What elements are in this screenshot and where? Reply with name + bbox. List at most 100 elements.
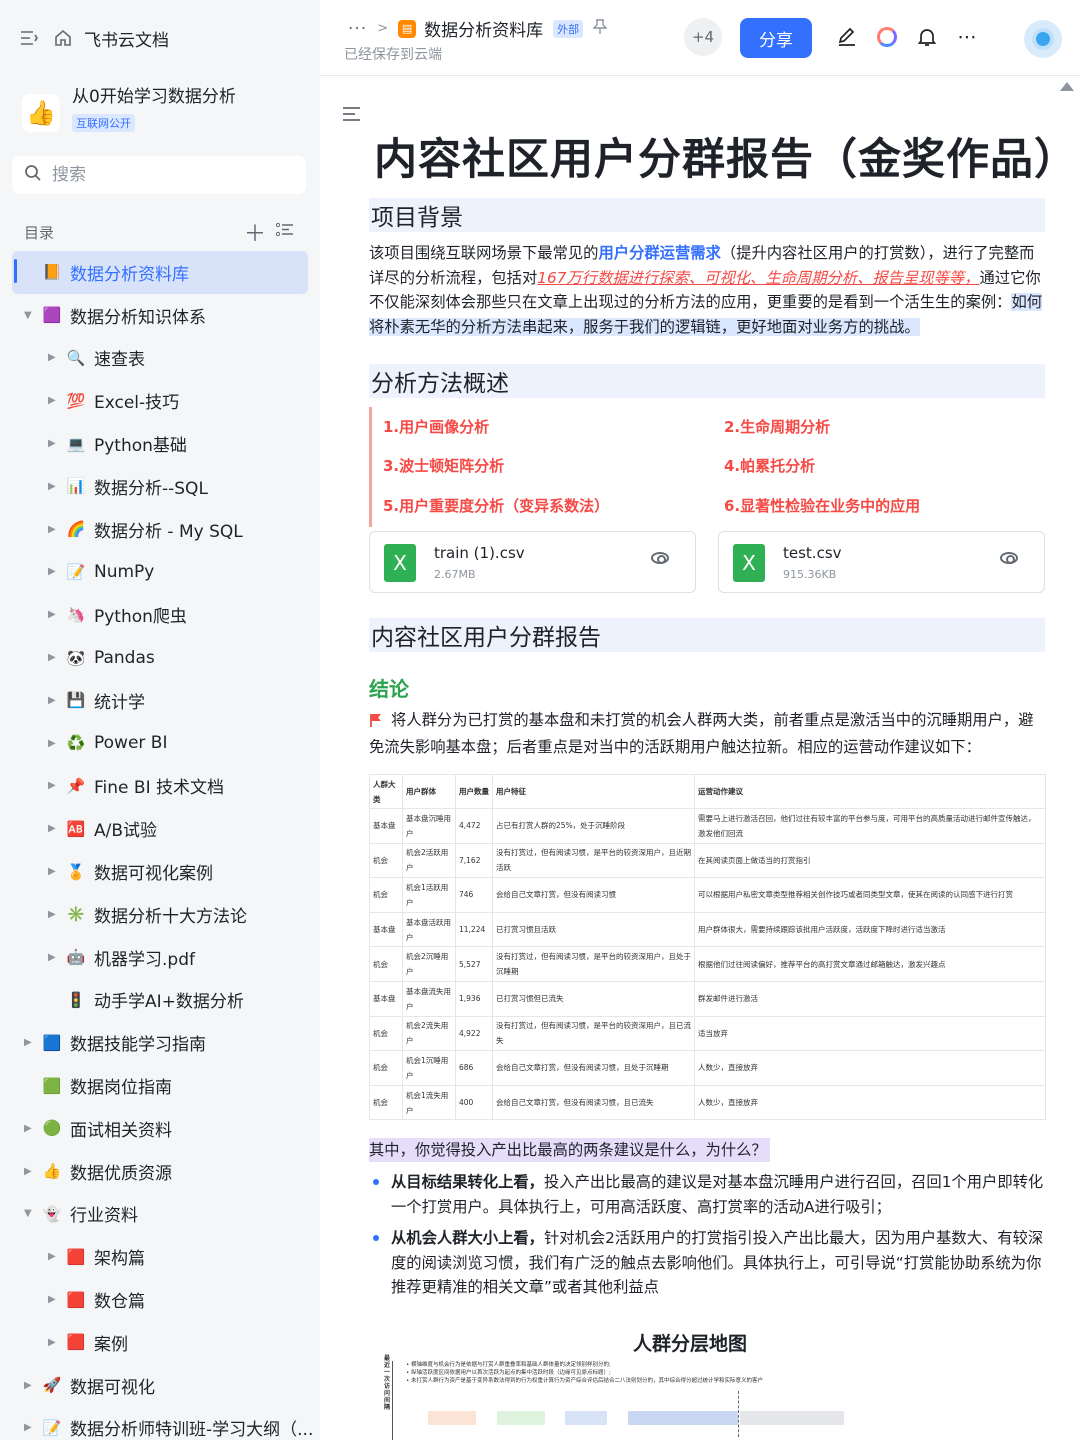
caret-right-icon[interactable]: ▶: [48, 1251, 56, 1262]
caret-right-icon[interactable]: ▶: [48, 738, 56, 749]
bullet-item[interactable]: 从目标结果转化上看，投入产出比最高的建议是对基本盘沉睡用户进行召回，召回1个用户…: [369, 1170, 1045, 1219]
table-cell: 686: [455, 1050, 493, 1086]
sidebar-item[interactable]: ▶ 👍 数据优质资源: [0, 1150, 320, 1193]
sidebar-item[interactable]: ▶ 🌈 数据分析 - My SQL: [0, 508, 320, 551]
share-button[interactable]: 分享: [740, 18, 812, 58]
caret-right-icon[interactable]: ▶: [24, 1380, 32, 1391]
breadcrumb-doc-title[interactable]: 数据分析资料库: [424, 16, 543, 41]
bullet-item[interactable]: 从机会人群大小上看，针对机会2活跃用户的打赏指引投入产出比最大，因为用户基数大、…: [369, 1226, 1045, 1300]
caret-right-icon[interactable]: ▶: [48, 866, 56, 877]
search-input[interactable]: [52, 165, 272, 185]
sidebar-item-label: 行业资料: [70, 1206, 138, 1227]
collaborators-count[interactable]: +4: [684, 18, 722, 56]
caret-right-icon[interactable]: ▶: [24, 1422, 32, 1433]
preview-eye-icon[interactable]: [651, 552, 669, 564]
caret-right-icon[interactable]: ▶: [48, 1294, 56, 1305]
heading-project-background[interactable]: 项目背景: [369, 198, 1045, 232]
caret-right-icon[interactable]: ▶: [48, 909, 56, 920]
sidebar-item[interactable]: ▶ 📝 数据分析师特训班-学习大纲（...: [0, 1407, 320, 1440]
question-highlight[interactable]: 其中，你觉得投入产出比最高的两条建议是什么，为什么？: [369, 1138, 770, 1162]
sidebar-toggle-icon[interactable]: [18, 27, 40, 49]
caret-right-icon[interactable]: ▶: [48, 395, 56, 406]
sidebar-item[interactable]: ▶ 🟦 数据技能学习指南: [0, 1021, 320, 1064]
sidebar-item[interactable]: 🚦 动手学AI+数据分析: [0, 979, 320, 1022]
sidebar-item[interactable]: ▶ 📝 NumPy: [0, 551, 320, 594]
caret-down-icon[interactable]: ▼: [24, 1208, 32, 1219]
sidebar-item[interactable]: ▶ 🟢 面试相关资料: [0, 1107, 320, 1150]
home-icon[interactable]: [52, 27, 74, 49]
file-attachment-train[interactable]: X train (1).csv 2.67MB: [369, 531, 696, 593]
more-breadcrumb-icon[interactable]: ···: [348, 19, 367, 39]
more-icon[interactable]: ⋯: [954, 24, 980, 50]
caret-right-icon[interactable]: ▶: [48, 823, 56, 834]
background-paragraph[interactable]: 该项目围绕互联网场景下最常见的用户分群运营需求（提升内容社区用户的打赏数），进行…: [369, 241, 1045, 339]
sidebar-item[interactable]: ▶ 📌 Fine BI 技术文档: [0, 765, 320, 808]
scroll-up-arrow-icon[interactable]: [1060, 82, 1074, 91]
pencil-icon[interactable]: [834, 24, 860, 50]
sidebar-item[interactable]: ▶ 📊 数据分析--SQL: [0, 465, 320, 508]
list-icon[interactable]: [275, 222, 294, 242]
sidebar-item[interactable]: ▶ 🔍 速查表: [0, 337, 320, 380]
outline-icon[interactable]: [342, 103, 362, 127]
method-item[interactable]: 2.生命周期分析: [724, 416, 830, 437]
method-item[interactable]: 4.帕累托分析: [724, 455, 815, 476]
add-icon[interactable]: ＋: [244, 216, 266, 248]
space-header[interactable]: 👍 从0开始学习数据分析 互联网公开: [22, 86, 312, 138]
ai-assistant-icon[interactable]: [874, 24, 900, 50]
sidebar-item[interactable]: ▶ 🐼 Pandas: [0, 636, 320, 679]
caret-right-icon[interactable]: ▶: [48, 481, 56, 492]
sidebar-item[interactable]: ▶ 🟥 架构篇: [0, 1235, 320, 1278]
caret-right-icon[interactable]: ▶: [48, 695, 56, 706]
sidebar-item[interactable]: 📙 数据分析资料库: [12, 251, 308, 294]
caret-right-icon[interactable]: ▶: [24, 1123, 32, 1134]
sidebar-item[interactable]: ▶ 💾 统计学: [0, 679, 320, 722]
bell-icon[interactable]: [914, 24, 940, 50]
sidebar-item[interactable]: ▶ 🦄 Python爬虫: [0, 593, 320, 636]
table-cell: 机会: [369, 877, 403, 913]
sidebar-item[interactable]: 🟩 数据岗位指南: [0, 1064, 320, 1107]
file-attachment-test[interactable]: X test.csv 915.36KB: [718, 531, 1045, 593]
caret-right-icon[interactable]: ▶: [48, 438, 56, 449]
sidebar-item[interactable]: ▶ 💻 Python基础: [0, 422, 320, 465]
caret-down-icon[interactable]: ▼: [24, 310, 32, 321]
heading-methods[interactable]: 分析方法概述: [369, 364, 1045, 398]
method-item[interactable]: 1.用户画像分析: [383, 416, 489, 437]
preview-eye-icon[interactable]: [1000, 552, 1018, 564]
sidebar-item[interactable]: ▶ 🟥 案例: [0, 1321, 320, 1364]
sidebar-item[interactable]: ▶ ✳️ 数据分析十大方法论: [0, 893, 320, 936]
heading-report[interactable]: 内容社区用户分群报告: [369, 618, 1045, 652]
table-cell: 机会2沉睡用户: [402, 946, 456, 982]
conclusion-paragraph[interactable]: 将人群分为已打赏的基本盘和未打赏的机会人群两大类，前者重点是激活当中的沉睡期用户…: [369, 708, 1045, 759]
document-title[interactable]: 内容社区用户分群报告（金奖作品）: [374, 125, 1060, 187]
caret-right-icon[interactable]: ▶: [48, 780, 56, 791]
caret-right-icon[interactable]: ▶: [48, 952, 56, 963]
segment-map-image[interactable]: 最近一次访问间隔 • 横轴维度与机会行为是依据与打赏人群重叠率和基础人群体量的决…: [382, 1347, 852, 1440]
sidebar-item[interactable]: ▶ 🟥 数仓篇: [0, 1278, 320, 1321]
sidebar-item[interactable]: ▼ 👻 行业资料: [0, 1193, 320, 1236]
heading-conclusion[interactable]: 结论: [369, 673, 409, 702]
sidebar-item[interactable]: ▶ 🏅 数据可视化案例: [0, 850, 320, 893]
segment-table[interactable]: 人群大类 用户群体 用户数量 用户特征 运营动作建议 基本盘 基本盘沉睡用户 4,472 占已…: [369, 774, 1046, 1121]
method-item[interactable]: 6.显著性检验在业务中的应用: [724, 495, 920, 516]
sidebar-item[interactable]: ▶ 🚀 数据可视化: [0, 1364, 320, 1407]
caret-right-icon[interactable]: ▶: [48, 652, 56, 663]
user-avatar[interactable]: [1024, 20, 1062, 58]
method-item[interactable]: 3.波士顿矩阵分析: [383, 455, 504, 476]
caret-right-icon[interactable]: ▶: [48, 524, 56, 535]
sidebar-item[interactable]: ▶ 🤖 机器学习.pdf: [0, 936, 320, 979]
doc-folder-icon: ▤: [398, 19, 417, 38]
sidebar-item[interactable]: ▶ ♻️ Power BI: [0, 722, 320, 765]
caret-right-icon[interactable]: ▶: [48, 609, 56, 620]
sidebar-item[interactable]: ▶ 🆎 A/B试验: [0, 807, 320, 850]
caret-right-icon[interactable]: ▶: [24, 1037, 32, 1048]
sidebar-item[interactable]: ▼ 🟪 数据分析知识体系: [0, 294, 320, 337]
caret-right-icon[interactable]: ▶: [48, 352, 56, 363]
app-brand[interactable]: 飞书云文档: [84, 26, 169, 51]
search-box[interactable]: [12, 156, 306, 194]
caret-right-icon[interactable]: ▶: [24, 1166, 32, 1177]
caret-right-icon[interactable]: ▶: [48, 566, 56, 577]
caret-right-icon[interactable]: ▶: [48, 1337, 56, 1348]
sidebar-item[interactable]: ▶ 💯 Excel-技巧: [0, 379, 320, 422]
pin-icon[interactable]: [592, 18, 608, 39]
method-item[interactable]: 5.用户重要度分析（变异系数法）: [383, 495, 609, 516]
